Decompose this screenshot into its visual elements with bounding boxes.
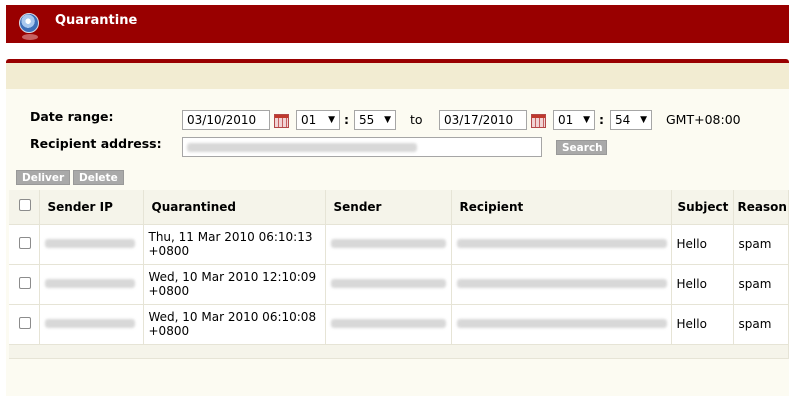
select-all-checkbox[interactable] [19,199,31,212]
sender-cell [325,264,452,305]
chevron-down-icon: ▼ [384,115,391,125]
redacted-sender-ip [44,279,135,288]
subject-cell: Hello [671,264,734,305]
recipient-cell [451,304,672,345]
redacted-recipient-value [187,143,417,152]
to-minute-select[interactable]: 54 ▼ [610,110,652,130]
sender-cell [325,224,452,265]
header-quarantined[interactable]: Quarantined [143,190,326,225]
table-footer-row [9,344,789,359]
to-date-input[interactable]: 03/17/2010 [439,110,527,130]
panel-title-band [6,63,789,89]
recipient-cell [451,224,672,265]
quarantined-date: Wed, 10 Mar 2010 12:10:09 [148,270,317,284]
header-subject[interactable]: Subject [671,190,734,225]
row-checkbox[interactable] [19,236,31,249]
chevron-down-icon: ▼ [583,115,590,125]
from-date-input[interactable]: 03/10/2010 [182,110,270,130]
chevron-down-icon: ▼ [328,115,335,125]
sender-ip-cell [39,304,144,345]
from-hour-select[interactable]: 01 ▼ [296,110,340,130]
table-row[interactable]: Thu, 11 Mar 2010 06:10:13 +0800 Hello spa… [9,224,789,265]
redacted-recipient [456,239,667,248]
header-sender[interactable]: Sender [325,190,452,225]
quarantined-cell: Thu, 11 Mar 2010 06:10:13 +0800 [143,224,326,265]
subject-cell: Hello [671,224,734,265]
search-button[interactable]: Search [556,140,607,155]
quarantined-tz: +0800 [148,324,190,338]
from-minute-select[interactable]: 55 ▼ [354,110,396,130]
quarantined-date: Thu, 11 Mar 2010 06:10:13 [148,230,313,244]
header-recipient[interactable]: Recipient [451,190,672,225]
sender-ip-cell [39,264,144,305]
redacted-sender [330,319,446,328]
sender-cell [325,304,452,345]
timezone-label: GMT+08:00 [666,112,741,127]
date-range-label: Date range: [30,109,114,124]
select-all-header [9,190,40,225]
recipient-cell [451,264,672,305]
subject-cell: Hello [671,304,734,345]
deliver-button[interactable]: Deliver [16,170,71,185]
redacted-sender [330,239,446,248]
header-reason[interactable]: Reason [733,190,789,225]
row-checkbox[interactable] [19,316,31,329]
redacted-sender [330,279,446,288]
sender-ip-cell [39,224,144,265]
quarantined-tz: +0800 [148,244,190,258]
row-checkbox-cell [9,224,40,265]
logo-reflection [22,34,38,40]
reason-cell: spam [733,304,789,345]
quarantined-date: Wed, 10 Mar 2010 06:10:08 [148,310,317,324]
reason-cell: spam [733,264,789,305]
row-checkbox[interactable] [19,276,31,289]
time-colon: : [599,112,604,127]
quarantined-tz: +0800 [148,284,190,298]
header-sender-ip[interactable]: Sender IP [39,190,144,225]
reason-cell: spam [733,224,789,265]
quarantine-table: Sender IP Quarantined Sender Recipient S… [9,190,789,359]
table-header-row: Sender IP Quarantined Sender Recipient S… [9,190,789,225]
redacted-recipient [456,279,667,288]
redacted-sender-ip [44,239,135,248]
time-colon: : [344,112,349,127]
quarantined-cell: Wed, 10 Mar 2010 12:10:09 +0800 [143,264,326,305]
delete-button[interactable]: Delete [73,170,124,185]
row-checkbox-cell [9,304,40,345]
to-label: to [410,112,423,127]
to-minute-value: 54 [615,113,631,127]
recipient-address-label: Recipient address: [30,136,162,151]
table-row[interactable]: Wed, 10 Mar 2010 06:10:08 +0800 Hello spa… [9,304,789,345]
globe-icon [19,13,39,33]
from-minute-value: 55 [359,113,375,127]
redacted-sender-ip [44,319,135,328]
to-calendar-icon[interactable] [531,114,546,128]
quarantine-page: Quarantine Date range: 03/10/2010 01 ▼ :… [0,0,789,396]
quarantined-cell: Wed, 10 Mar 2010 06:10:08 +0800 [143,304,326,345]
page-title: Quarantine [55,13,138,28]
table-footer-cell [9,344,789,359]
to-hour-value: 01 [558,113,574,127]
from-hour-value: 01 [301,113,317,127]
redacted-recipient [456,319,667,328]
chevron-down-icon: ▼ [640,115,647,125]
from-calendar-icon[interactable] [274,114,289,128]
table-row[interactable]: Wed, 10 Mar 2010 12:10:09 +0800 Hello spa… [9,264,789,305]
row-checkbox-cell [9,264,40,305]
recipient-address-input[interactable] [182,137,542,157]
to-hour-select[interactable]: 01 ▼ [553,110,595,130]
app-header: Quarantine [6,5,789,43]
